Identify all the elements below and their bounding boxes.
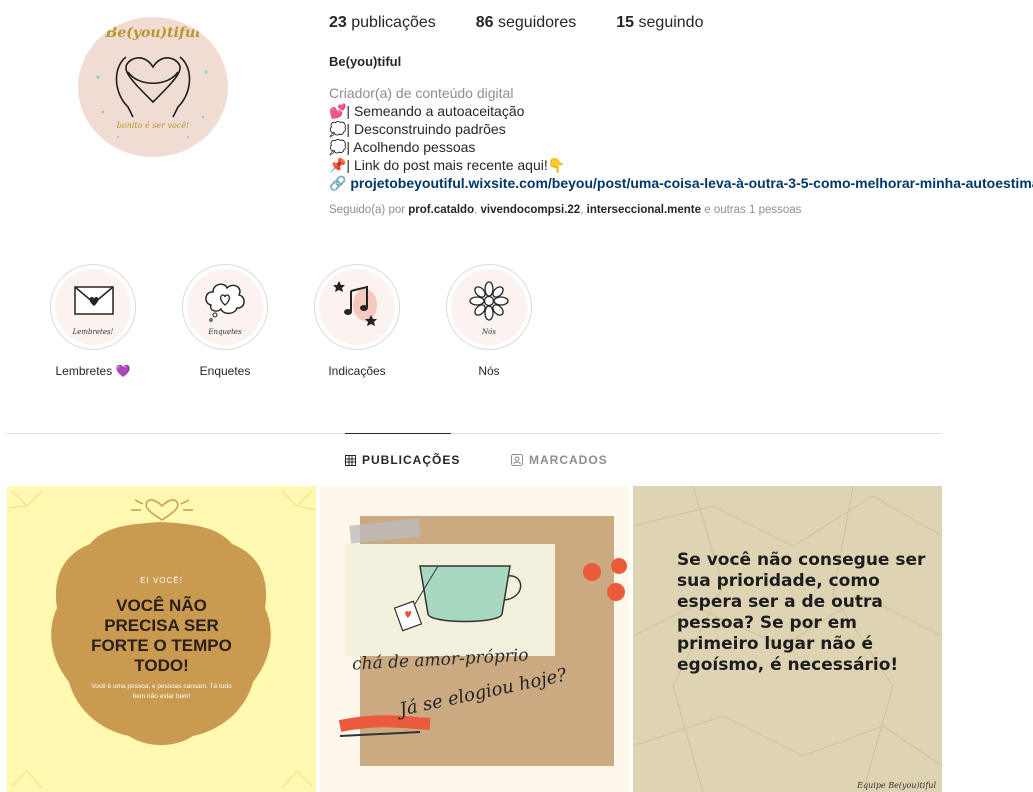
profile-website-link[interactable]: 🔗 projetobeyoutiful.wixsite.com/beyou/po… (329, 174, 1033, 192)
tab-marcados[interactable]: MARCADOS (511, 453, 608, 467)
tab-publicacoes[interactable]: PUBLICAÇÕES (345, 453, 460, 467)
bio-line: 💕| Semeando a autoaceitação (329, 103, 525, 119)
highlight-cover: Lembretes! (50, 264, 136, 350)
highlight-caption: Lembretes! (72, 328, 114, 336)
active-tab-indicator (345, 433, 451, 434)
post-thumbnail-3[interactable]: Se você não consegue ser sua prioridade,… (633, 486, 942, 792)
post-note: Você é uma pessoa, e pessoas cansam. Tá … (91, 683, 232, 700)
followed-by-separator: , (474, 204, 478, 216)
heart-bubble-icon (205, 283, 245, 322)
followed-by-user: prof.cataldo (408, 204, 475, 216)
post-thumbnail-1[interactable]: EI VOCÊ! VOCÊ NÃO PRECISA SER FORTE O TE… (7, 486, 316, 792)
stat-posts-label: publicações (351, 14, 436, 31)
stat-following[interactable]: 15 seguindo (616, 14, 703, 32)
highlight-cover: Nós (446, 264, 532, 350)
tab-label: PUBLICAÇÕES (362, 453, 461, 467)
stat-posts-count: 23 (329, 14, 347, 31)
highlight-label: Enquetes (199, 364, 251, 378)
highlight-enquetes[interactable]: Enquetes Enquetes (181, 264, 269, 378)
highlight-lembretes[interactable]: Lembretes! Lembretes 💜 (49, 264, 137, 378)
post-quote: Se você não consegue ser sua prioridade,… (677, 550, 926, 675)
highlight-indicacoes[interactable]: Indicações (313, 264, 401, 378)
bio-line: 💭| Desconstruindo padrões (329, 121, 506, 137)
profile-bio: Criador(a) de conteúdo digital 💕| Semean… (329, 84, 1033, 192)
stat-posts: 23 publicações (329, 14, 436, 32)
followed-by-user: vivendocompsi.22 (480, 204, 581, 216)
avatar-tagline: bonito é ser você! (116, 121, 190, 130)
highlight-caption: Enquetes (208, 328, 242, 336)
music-note-icon (333, 281, 377, 326)
highlight-label: Lembretes 💜 (55, 364, 131, 378)
stat-followers[interactable]: 86 seguidores (476, 14, 577, 32)
tab-label: MARCADOS (529, 453, 608, 467)
tea-cup-illustration (338, 518, 627, 737)
highlight-caption: Nós (482, 328, 496, 336)
tabs-divider (7, 433, 942, 434)
highlight-label: Indicações (328, 364, 386, 378)
highlight-label: Nós (478, 364, 500, 378)
profile-category: Criador(a) de conteúdo digital (329, 85, 514, 101)
highlight-cover: Enquetes (182, 264, 268, 350)
flower-icon (469, 281, 509, 321)
post-thumbnail-2[interactable]: chá de amor-próprio Já se elogiou hoje? (320, 486, 629, 792)
profile-website-url: projetobeyoutiful.wixsite.com/beyou/post… (350, 175, 1033, 191)
post-kicker: EI VOCÊ! (140, 576, 183, 585)
followed-by-suffix: e outras 1 pessoas (704, 204, 802, 216)
stat-following-count: 15 (616, 14, 635, 31)
bio-line: 💭| Acolhendo pessoas (329, 139, 476, 155)
profile-stats: 23 publicações 86 seguidores 15 seguindo (329, 14, 703, 32)
followed-by-user: interseccional.mente (586, 204, 702, 216)
post-signature: Equipe Be(you)tiful (857, 781, 936, 790)
stat-following-label: seguindo (638, 14, 704, 31)
stat-followers-label: seguidores (498, 14, 577, 31)
envelope-heart-icon (74, 286, 114, 315)
post-headline: VOCÊ NÃO PRECISA SER FORTE O TEMPO TODO! (91, 596, 232, 675)
profile-avatar[interactable]: Be(you)tiful bonito é ser você! (78, 17, 228, 157)
grid-icon (345, 454, 356, 466)
link-icon: 🔗 (329, 175, 347, 191)
highlight-cover (314, 264, 400, 350)
avatar-brand-title: Be(you)tiful (105, 25, 201, 41)
tag-user-icon (511, 454, 523, 466)
followed-by-prefix: Seguido(a) por (329, 204, 406, 216)
followed-by-separator: , (580, 204, 584, 216)
profile-display-name: Be(you)tiful (329, 54, 402, 69)
bio-line: 📌| Link do post mais recente aqui!👇 (329, 157, 566, 173)
highlight-nos[interactable]: Nós Nós (445, 264, 533, 378)
stat-followers-count: 86 (475, 14, 494, 31)
followed-by[interactable]: Seguido(a) por prof.cataldo, vivendocomp… (329, 204, 801, 216)
